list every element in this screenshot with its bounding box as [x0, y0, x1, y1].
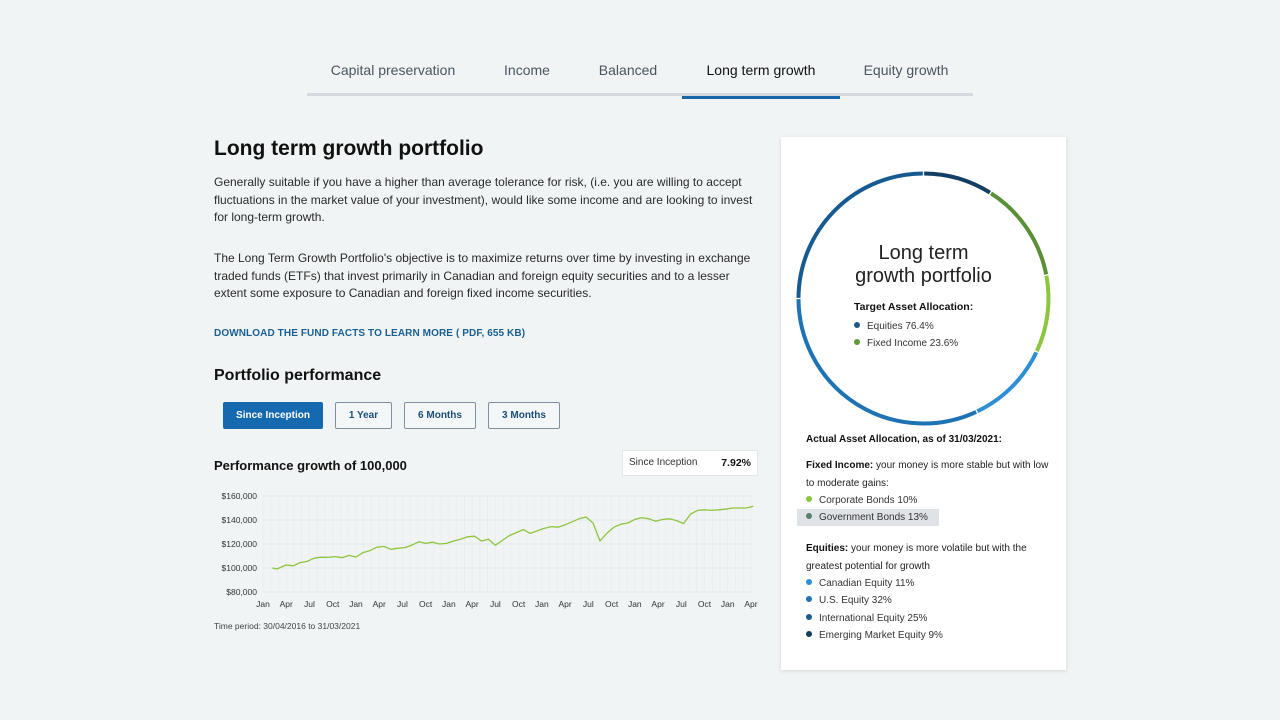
- legend-dot-icon: [806, 496, 812, 502]
- donut-segment: [924, 171, 991, 195]
- period-1-year-button[interactable]: 1 Year: [335, 402, 392, 429]
- x-tick-label: Jul: [304, 599, 315, 609]
- legend-dot-icon: [806, 579, 812, 585]
- donut-title-line2: growth portfolio: [855, 265, 992, 287]
- target-item-equities: Equities 76.4%: [854, 321, 934, 332]
- x-tick-label: Jan: [628, 599, 642, 609]
- legend-dot-icon: [806, 513, 812, 519]
- y-tick-label: $100,000: [222, 563, 258, 573]
- x-tick-label: Oct: [326, 599, 340, 609]
- x-tick-label: Jan: [442, 599, 456, 609]
- portfolio-description-2: The Long Term Growth Portfolio's objecti…: [214, 251, 751, 300]
- x-tick-label: Apr: [558, 599, 571, 609]
- period-since-inception-button[interactable]: Since Inception: [223, 402, 323, 429]
- x-tick-label: Oct: [512, 599, 526, 609]
- x-tick-label: Jul: [676, 599, 687, 609]
- x-tick-label: Apr: [744, 599, 757, 609]
- x-tick-label: Jul: [397, 599, 408, 609]
- tab-long-term-growth[interactable]: Long term growth: [682, 52, 840, 99]
- legend-dot-icon: [806, 596, 812, 602]
- equities-description: Equities: your money is more volatile bu…: [806, 543, 1027, 572]
- period-3-months-button[interactable]: 3 Months: [488, 402, 560, 429]
- target-item-fixed-income: Fixed Income 23.6%: [854, 338, 958, 349]
- x-tick-label: Oct: [419, 599, 433, 609]
- fixed-income-description: Fixed Income: your money is more stable …: [806, 460, 1049, 489]
- x-tick-label: Jan: [535, 599, 549, 609]
- alloc-item-canadian-equity[interactable]: Canadian Equity 11%: [806, 575, 914, 592]
- tab-capital-preservation[interactable]: Capital preservation: [317, 52, 469, 96]
- x-tick-label: Apr: [280, 599, 293, 609]
- actual-allocation-title: Actual Asset Allocation, as of 31/03/202…: [806, 434, 1003, 445]
- portfolio-tabs: Capital preservation Income Balanced Lon…: [307, 52, 973, 99]
- time-period-note: Time period: 30/04/2016 to 31/03/2021: [214, 621, 361, 631]
- chart-grid: [262, 495, 752, 593]
- x-tick-label: Oct: [698, 599, 712, 609]
- allocation-card: Long term growth portfolio Target Asset …: [781, 137, 1066, 670]
- tab-balanced[interactable]: Balanced: [585, 52, 671, 96]
- donut-title: Long term growth portfolio: [781, 242, 1066, 288]
- alloc-item-corporate-bonds[interactable]: Corporate Bonds 10%: [806, 492, 917, 509]
- alloc-item-international-equity[interactable]: International Equity 25%: [806, 610, 927, 627]
- legend-dot-icon: [854, 322, 860, 328]
- tab-income[interactable]: Income: [487, 52, 567, 96]
- period-6-months-button[interactable]: 6 Months: [404, 402, 476, 429]
- summary-value: 7.92%: [721, 457, 751, 469]
- alloc-item-government-bonds[interactable]: Government Bonds 13%: [797, 509, 939, 526]
- allocation-donut-chart: [796, 171, 1051, 426]
- download-fund-facts-link[interactable]: DOWNLOAD THE FUND FACTS TO LEARN MORE ( …: [214, 328, 525, 339]
- donut-title-line1: Long term: [878, 242, 969, 264]
- target-allocation-title: Target Asset Allocation:: [854, 301, 974, 313]
- x-tick-label: Apr: [373, 599, 386, 609]
- y-tick-label: $140,000: [222, 515, 258, 525]
- donut-segment: [976, 351, 1039, 414]
- x-tick-label: Jan: [721, 599, 735, 609]
- x-tick-label: Oct: [605, 599, 619, 609]
- since-inception-summary: Since Inception 7.92%: [622, 450, 758, 476]
- performance-title: Portfolio performance: [214, 367, 382, 384]
- legend-dot-icon: [806, 614, 812, 620]
- portfolio-title: Long term growth portfolio: [214, 137, 484, 160]
- performance-line-chart: $80,000 $100,000 $120,000 $140,000 $160,000 J…: [222, 491, 758, 609]
- tab-equity-growth[interactable]: Equity growth: [855, 52, 957, 96]
- portfolio-description-1: Generally suitable if you have a higher …: [214, 175, 753, 224]
- y-tick-label: $120,000: [222, 539, 258, 549]
- legend-dot-icon: [806, 631, 812, 637]
- alloc-item-emerging-market-equity[interactable]: Emerging Market Equity 9%: [806, 627, 943, 644]
- x-tick-label: Jul: [583, 599, 594, 609]
- x-tick-label: Jan: [256, 599, 270, 609]
- summary-label: Since Inception: [629, 457, 698, 468]
- legend-dot-icon: [854, 339, 860, 345]
- x-tick-label: Jul: [490, 599, 501, 609]
- x-tick-label: Apr: [651, 599, 664, 609]
- y-tick-label: $80,000: [226, 587, 257, 597]
- y-tick-label: $160,000: [222, 491, 258, 501]
- alloc-item-us-equity[interactable]: U.S. Equity 32%: [806, 592, 892, 609]
- x-tick-label: Jan: [349, 599, 363, 609]
- x-tick-label: Apr: [466, 599, 479, 609]
- chart-title: Performance growth of 100,000: [214, 458, 407, 473]
- donut-segment: [796, 299, 977, 426]
